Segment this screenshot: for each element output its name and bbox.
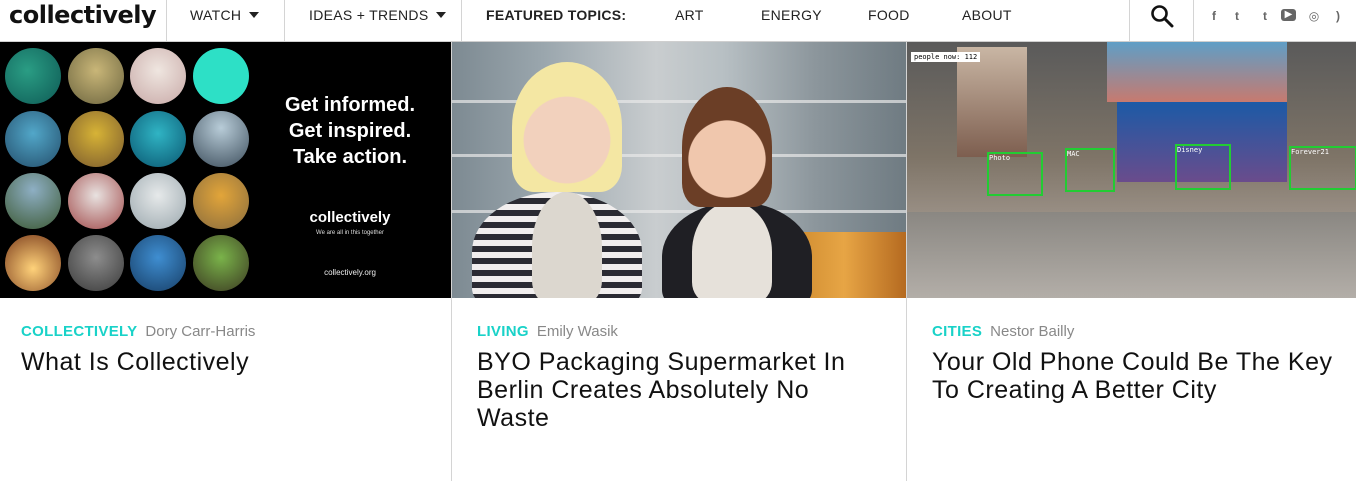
- detection-label: Photo: [989, 154, 1011, 162]
- detection-label: MAC: [1067, 150, 1080, 158]
- detection-box: Photo: [987, 152, 1043, 196]
- tumblr-icon[interactable]: t: [1258, 9, 1272, 23]
- image-tagline: Get informed. Get inspired. Take action.: [260, 92, 440, 170]
- category-link[interactable]: CITIES: [932, 323, 982, 340]
- article-meta: LIVING Emily Wasik: [477, 323, 618, 340]
- nav-topic-art[interactable]: ART: [675, 7, 704, 23]
- detection-label: Disney: [1177, 146, 1203, 154]
- detection-box: Disney: [1175, 144, 1231, 190]
- billboard: [957, 47, 1027, 157]
- article-card[interactable]: Get informed. Get inspired. Take action.…: [0, 42, 454, 481]
- photo-circle: [68, 235, 124, 291]
- photo-circle: [5, 235, 61, 291]
- photo-circle: [5, 48, 61, 104]
- photo-circle: [130, 111, 186, 167]
- nav-topic-about[interactable]: ABOUT: [962, 7, 1012, 23]
- person-face: [512, 62, 622, 192]
- nav-topic-food[interactable]: FOOD: [868, 7, 910, 23]
- nav-divider: [166, 0, 167, 41]
- tagline-line: Get informed.: [284, 94, 415, 116]
- tagline-line: Take action.: [292, 146, 408, 168]
- street: [907, 212, 1356, 298]
- photo-circle: [68, 48, 124, 104]
- detection-label: Forever21: [1291, 148, 1329, 156]
- instagram-icon[interactable]: ◎: [1307, 9, 1321, 23]
- photo-circle: [5, 173, 61, 229]
- nav-watch[interactable]: WATCH: [190, 7, 260, 23]
- article-title[interactable]: What Is Collectively: [21, 348, 431, 376]
- twitter-icon[interactable]: t: [1230, 9, 1244, 23]
- article-meta: CITIES Nestor Bailly: [932, 323, 1074, 340]
- image-logo: collectively: [309, 209, 391, 226]
- detection-box: MAC: [1065, 148, 1115, 192]
- billboard-screen: [1107, 42, 1287, 102]
- nav-watch-label: WATCH: [190, 7, 242, 23]
- nav-divider: [284, 0, 285, 41]
- search-icon[interactable]: [1150, 4, 1174, 28]
- photo-circle: [193, 111, 249, 167]
- author-link[interactable]: Dory Carr-Harris: [145, 323, 255, 340]
- nav-ideas-label: IDEAS + TRENDS: [309, 7, 429, 23]
- photo-circle: [68, 173, 124, 229]
- youtube-icon[interactable]: ▶: [1281, 9, 1296, 21]
- image-logo-subtitle: We are all in this together: [316, 230, 384, 236]
- site-logo[interactable]: collectively: [9, 1, 157, 29]
- photo-circle: [5, 111, 61, 167]
- people-counter: people now: 112: [911, 52, 981, 62]
- chevron-down-icon: [249, 12, 260, 18]
- person-face: [682, 87, 772, 207]
- article-card[interactable]: LIVING Emily Wasik BYO Packaging Supermar…: [451, 42, 906, 481]
- photo-circle: [130, 173, 186, 229]
- photo-circle: [193, 235, 249, 291]
- apron: [532, 192, 602, 298]
- detection-box: Forever21: [1289, 146, 1356, 190]
- photo-circle: [68, 111, 124, 167]
- nav-divider: [1193, 0, 1194, 41]
- rss-icon[interactable]: ): [1331, 9, 1345, 23]
- image-url: collectively.org: [324, 268, 376, 277]
- nav-ideas-trends[interactable]: IDEAS + TRENDS: [309, 7, 447, 23]
- article-card[interactable]: Photo MAC Disney Forever21 people now: 1…: [906, 42, 1356, 481]
- author-link[interactable]: Emily Wasik: [537, 323, 618, 340]
- article-image[interactable]: [452, 42, 906, 298]
- nav-divider: [461, 0, 462, 41]
- article-image[interactable]: Get informed. Get inspired. Take action.…: [0, 42, 454, 298]
- author-link[interactable]: Nestor Bailly: [990, 323, 1074, 340]
- chevron-down-icon: [436, 12, 447, 18]
- nav-topic-energy[interactable]: ENERGY: [761, 7, 822, 23]
- article-meta: COLLECTIVELY Dory Carr-Harris: [21, 323, 255, 340]
- tagline-line: Get inspired.: [288, 120, 412, 142]
- photo-circle: [193, 48, 249, 104]
- facebook-icon[interactable]: f: [1207, 9, 1221, 23]
- featured-topics-label: FEATURED TOPICS:: [486, 7, 627, 23]
- photo-circle: [193, 173, 249, 229]
- article-title[interactable]: BYO Packaging Supermarket In Berlin Crea…: [477, 348, 887, 432]
- nav-divider: [1129, 0, 1130, 41]
- apron: [692, 202, 772, 298]
- photo-circle: [130, 48, 186, 104]
- article-title[interactable]: Your Old Phone Could Be The Key To Creat…: [932, 348, 1342, 404]
- photo-circle: [130, 235, 186, 291]
- category-link[interactable]: LIVING: [477, 323, 529, 340]
- article-image[interactable]: Photo MAC Disney Forever21 people now: 1…: [907, 42, 1356, 298]
- top-nav: collectively WATCH IDEAS + TRENDS FEATUR…: [0, 0, 1356, 42]
- category-link[interactable]: COLLECTIVELY: [21, 323, 137, 340]
